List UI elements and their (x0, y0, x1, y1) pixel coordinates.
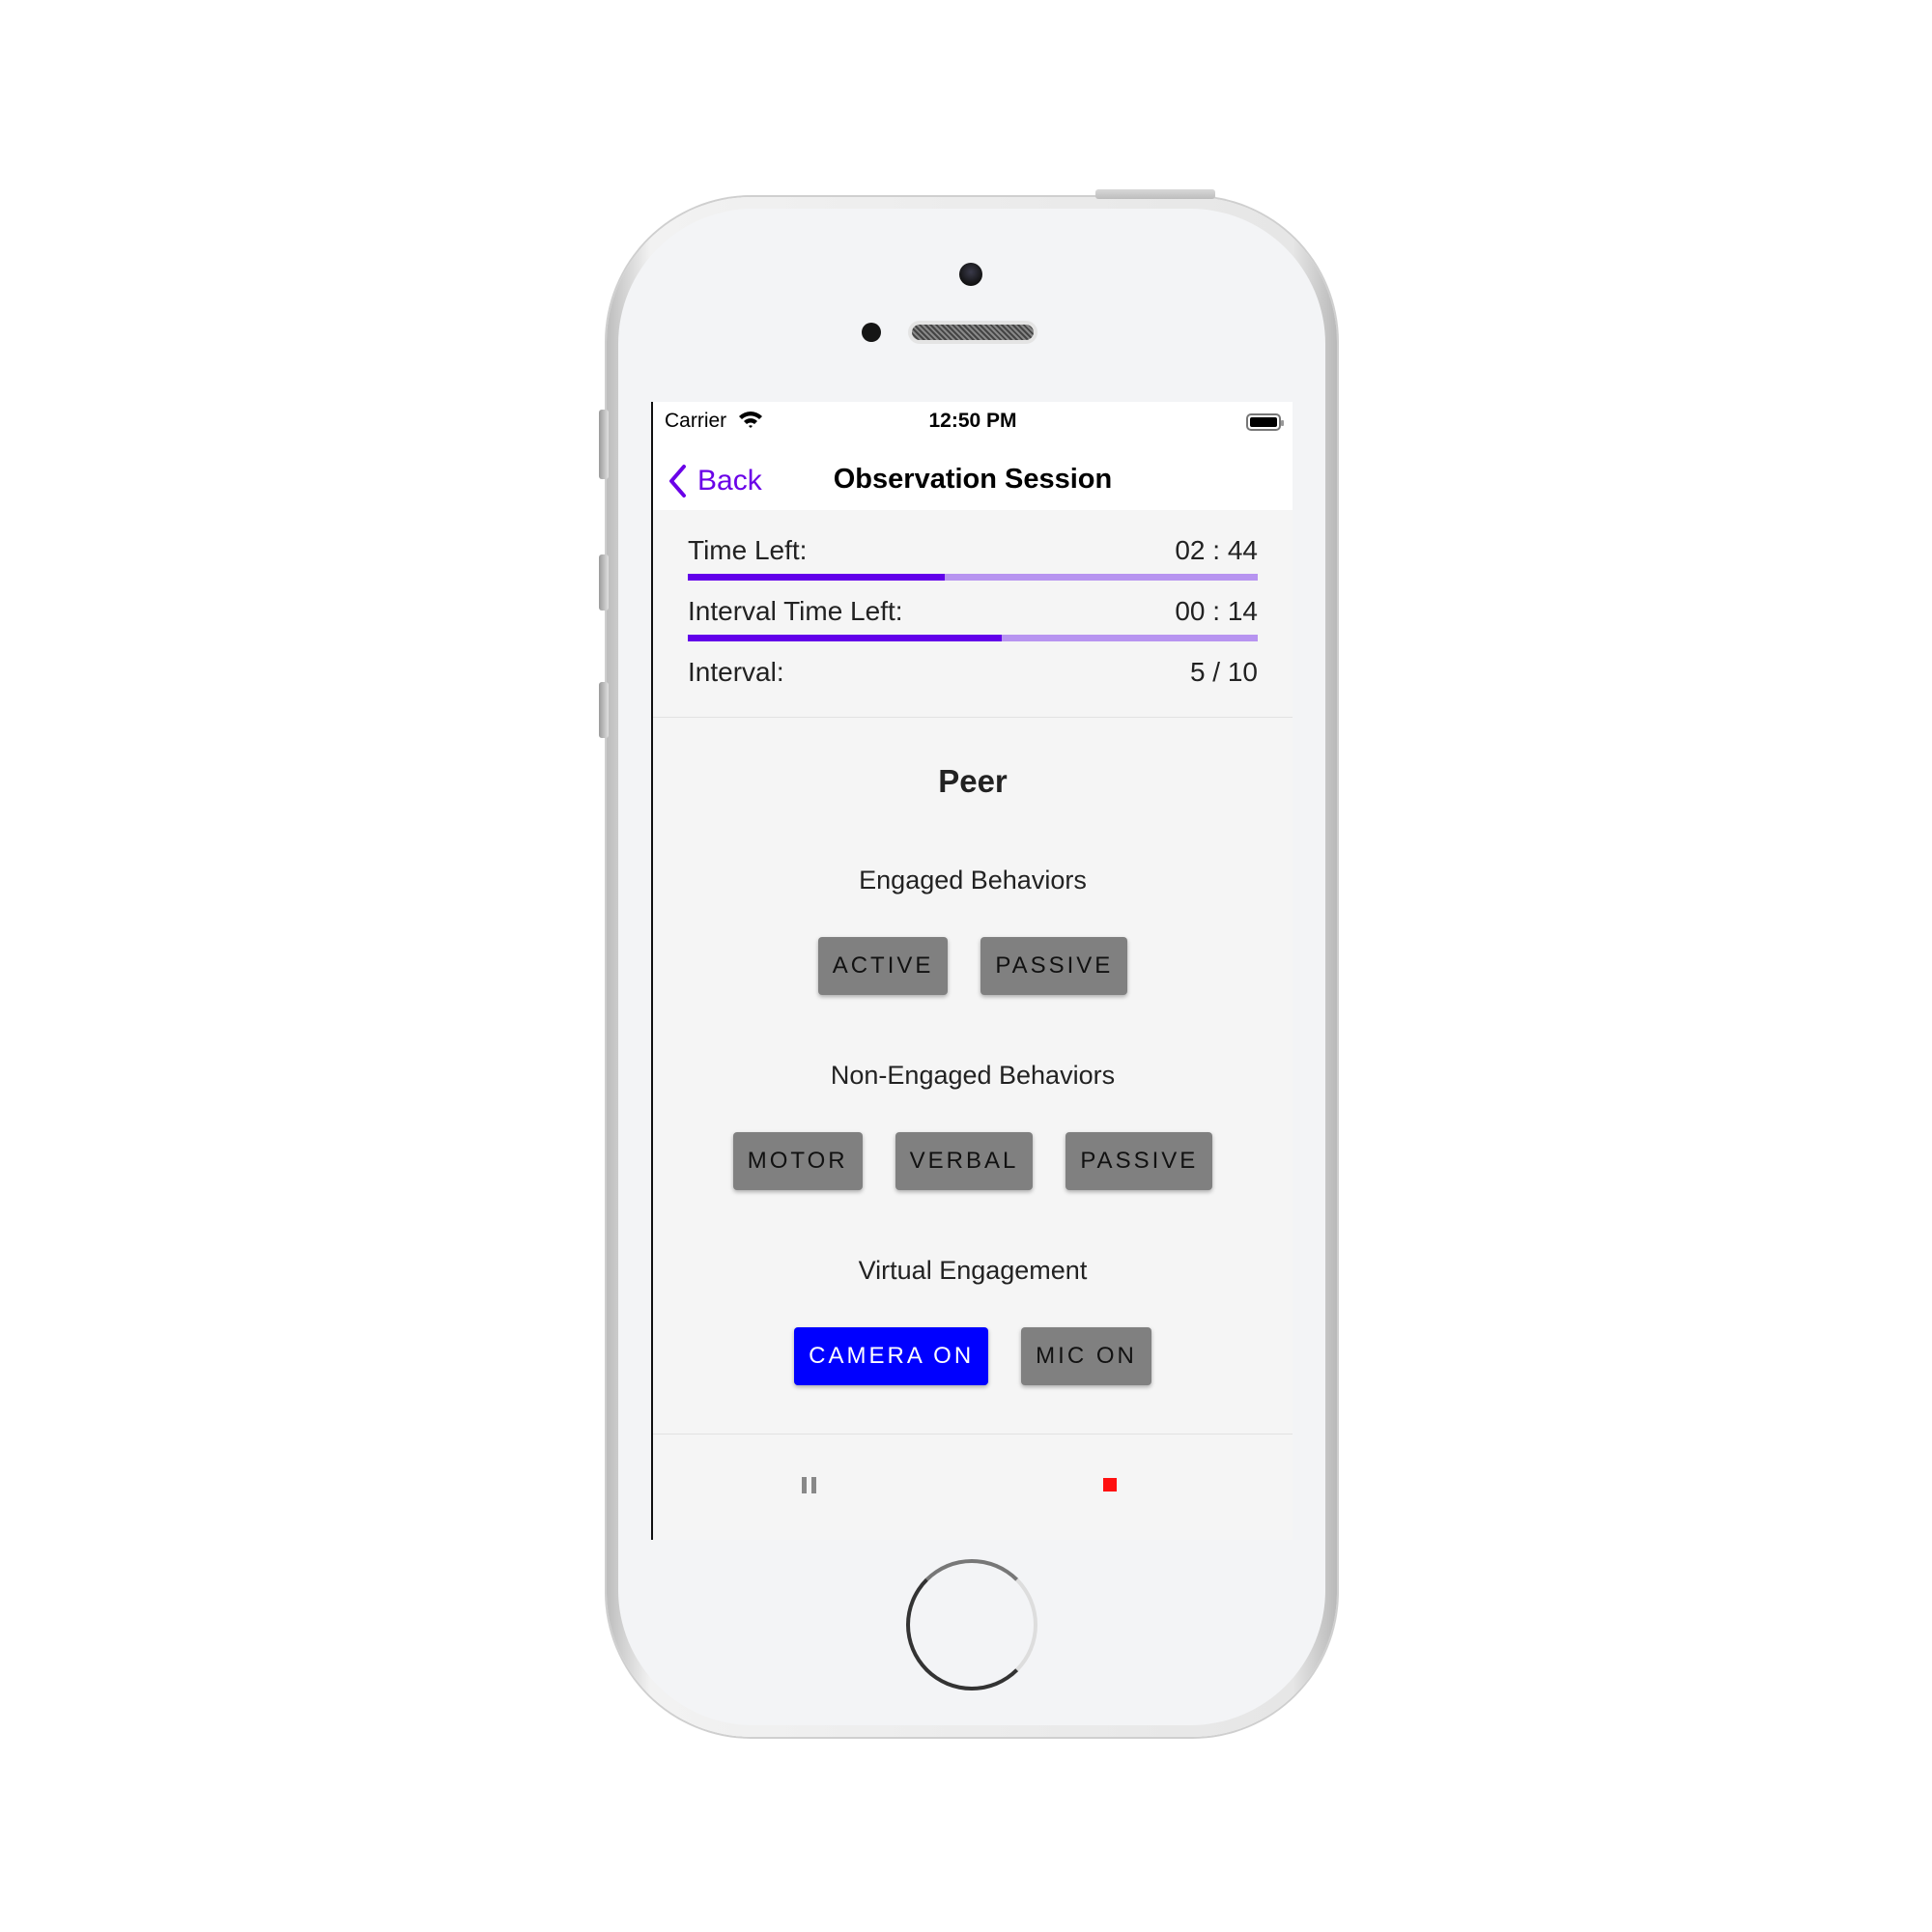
proximity-sensor (862, 323, 881, 342)
divider (653, 1434, 1293, 1435)
front-camera (959, 263, 982, 286)
pause-icon[interactable] (802, 1477, 817, 1493)
non-engaged-behaviors-title: Non-Engaged Behaviors (830, 1061, 1116, 1090)
divider (653, 717, 1293, 718)
navigation-bar: Back Observation Session (653, 454, 1293, 510)
clock: 12:50 PM (928, 410, 1017, 432)
session-controls (653, 1435, 1293, 1540)
mic-on-button[interactable]: MIC ON (1021, 1327, 1151, 1385)
non-engaged-motor-button[interactable]: MOTOR (732, 1132, 863, 1190)
engaged-behaviors-buttons: ACTIVE PASSIVE (653, 937, 1293, 995)
interval-time-left-label: Interval Time Left: (688, 596, 903, 626)
page-title: Observation Session (833, 464, 1113, 495)
camera-on-button[interactable]: CAMERA ON (794, 1327, 989, 1385)
time-left-progress (688, 574, 1258, 581)
battery-icon (1246, 413, 1284, 431)
home-button[interactable] (906, 1559, 1037, 1690)
volume-down-button (599, 682, 609, 738)
interval-progress (688, 635, 1258, 641)
timer-panel: Time Left: 02 : 44 Interval Time Left: 0… (688, 533, 1258, 690)
interval-time-left-row: Interval Time Left: 00 : 14 (688, 594, 1258, 629)
app-screen: Carrier 12:50 PM Back Observation Sessio… (651, 402, 1293, 1540)
subject-title: Peer (938, 763, 1008, 799)
non-engaged-verbal-button[interactable]: VERBAL (895, 1132, 1034, 1190)
interval-label: Interval: (688, 657, 784, 687)
time-left-label: Time Left: (688, 535, 808, 565)
time-left-progress-fill (688, 574, 945, 581)
volume-up-button (599, 554, 609, 611)
status-bar: Carrier 12:50 PM (653, 402, 1293, 454)
interval-row: Interval: 5 / 10 (688, 655, 1258, 690)
stop-icon[interactable] (1103, 1478, 1117, 1492)
interval-value: 5 / 10 (1189, 657, 1258, 687)
virtual-engagement-title: Virtual Engagement (858, 1256, 1088, 1285)
interval-time-left-value: 00 : 14 (1175, 596, 1258, 626)
engaged-passive-button[interactable]: PASSIVE (980, 937, 1128, 995)
interval-progress-fill (688, 635, 1002, 641)
non-engaged-passive-button[interactable]: PASSIVE (1065, 1132, 1213, 1190)
time-left-row: Time Left: 02 : 44 (688, 533, 1258, 568)
earpiece-speaker (908, 321, 1037, 344)
virtual-engagement-buttons: CAMERA ON MIC ON (653, 1327, 1293, 1385)
non-engaged-behaviors-buttons: MOTOR VERBAL PASSIVE (653, 1132, 1293, 1190)
engaged-active-button[interactable]: ACTIVE (817, 937, 949, 995)
power-button (1095, 189, 1215, 199)
mute-switch (599, 410, 609, 479)
time-left-value: 02 : 44 (1175, 535, 1258, 565)
engaged-behaviors-title: Engaged Behaviors (859, 866, 1087, 895)
